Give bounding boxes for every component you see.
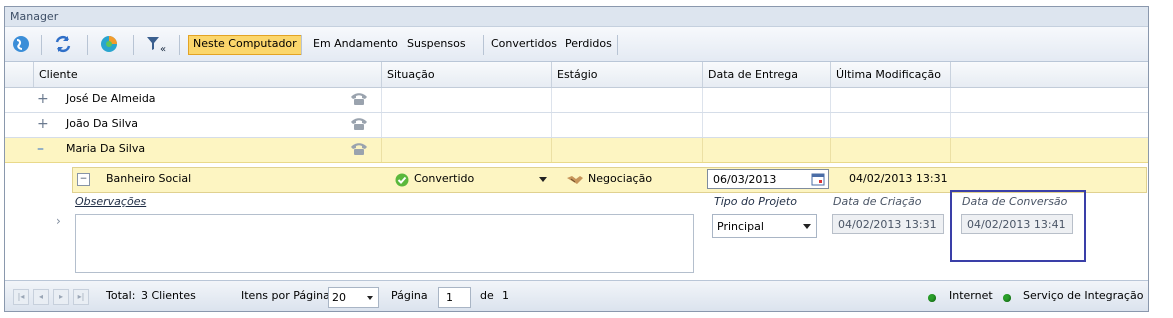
table-row[interactable]: + João Da Silva xyxy=(5,113,1148,138)
sync-globe-icon[interactable] xyxy=(99,34,119,54)
delivery-date-picker[interactable]: 06/03/2013 xyxy=(707,169,829,189)
highlight-box xyxy=(950,190,1086,262)
chevron-down-icon[interactable] xyxy=(539,177,547,182)
phone-icon[interactable] xyxy=(350,117,368,131)
toolbar: « Neste Computador Em Andamento Suspenso… xyxy=(5,27,1148,62)
collapse-icon[interactable]: – xyxy=(37,138,51,162)
client-name: João Da Silva xyxy=(66,117,138,130)
page-label: Página xyxy=(391,289,428,302)
project-type-value: Principal xyxy=(717,220,764,233)
project-modified: 04/02/2013 13:31 xyxy=(849,172,948,185)
created-field: 04/02/2013 13:31 xyxy=(832,214,944,234)
project-collapse-icon[interactable]: − xyxy=(77,173,90,186)
expand-icon[interactable]: + xyxy=(37,113,51,137)
table-row[interactable]: + José De Almeida xyxy=(5,88,1148,113)
internet-label: Internet xyxy=(949,289,993,302)
filter-suspended-button[interactable]: Suspensos xyxy=(403,35,470,53)
check-icon xyxy=(395,173,409,187)
project-stage: Negociação xyxy=(588,172,653,185)
per-page-select[interactable]: 20 xyxy=(328,287,379,308)
page-value: 1 xyxy=(446,291,453,304)
total-value: 3 Clientes xyxy=(141,289,196,302)
project-type-label: Tipo do Projeto xyxy=(714,195,797,208)
chevron-right-icon[interactable]: › xyxy=(56,214,61,228)
of-label: de xyxy=(480,289,494,302)
table-row-selected[interactable]: – Maria Da Silva xyxy=(5,138,1148,163)
delivery-date-value: 06/03/2013 xyxy=(713,173,777,186)
title-bar: Manager xyxy=(5,7,1148,27)
total-label: Total: xyxy=(106,289,136,302)
project-name: Banheiro Social xyxy=(106,172,192,185)
filter-lost-button[interactable]: Perdidos xyxy=(561,35,616,53)
next-page-icon[interactable]: ▸ xyxy=(53,289,69,305)
last-page-icon[interactable]: ▸| xyxy=(73,289,89,305)
grid-header: Cliente Situação Estágio Data de Entrega… xyxy=(5,62,1148,88)
header-status[interactable]: Situação xyxy=(381,62,551,87)
prev-page-icon[interactable]: ◂ xyxy=(33,289,49,305)
window-title: Manager xyxy=(10,10,59,23)
project-status[interactable]: Convertido xyxy=(414,168,474,190)
client-name: José De Almeida xyxy=(66,92,156,105)
integration-label: Serviço de Integração xyxy=(1023,289,1144,302)
status-footer: |◂ ◂ ▸ ▸| Total: 3 Clientes Itens por Pá… xyxy=(5,280,1148,311)
svg-text:«: « xyxy=(160,44,166,54)
header-delivery[interactable]: Data de Entrega xyxy=(702,62,828,87)
header-client[interactable]: Cliente xyxy=(33,62,356,87)
page-input[interactable]: 1 xyxy=(438,287,471,308)
per-page-label: Itens por Página: xyxy=(241,289,334,302)
filter-local-button[interactable]: Neste Computador xyxy=(188,35,302,55)
globe-icon[interactable] xyxy=(11,34,31,54)
filter-in-progress-button[interactable]: Em Andamento xyxy=(309,35,402,53)
project-type-select[interactable]: Principal xyxy=(712,214,817,238)
first-page-icon[interactable]: |◂ xyxy=(13,289,29,305)
manager-window: Manager « Neste Computador Em Andamento … xyxy=(4,6,1149,312)
observations-textarea[interactable] xyxy=(75,214,694,273)
filter-collapse-icon[interactable]: « xyxy=(145,34,169,54)
refresh-icon[interactable] xyxy=(53,34,73,54)
calendar-icon[interactable] xyxy=(811,172,825,186)
expand-icon[interactable]: + xyxy=(37,88,51,112)
per-page-value: 20 xyxy=(332,291,346,304)
handshake-icon xyxy=(567,176,583,184)
observations-label: Observações xyxy=(75,195,147,208)
client-name: Maria Da Silva xyxy=(66,142,146,155)
of-value: 1 xyxy=(502,289,509,302)
filter-converted-button[interactable]: Convertidos xyxy=(487,35,561,53)
header-filler xyxy=(950,62,1146,87)
phone-icon[interactable] xyxy=(350,92,368,106)
chevron-down-icon[interactable] xyxy=(367,296,373,300)
header-stage[interactable]: Estágio xyxy=(551,62,703,87)
integration-status-icon xyxy=(1003,294,1011,302)
internet-status-icon xyxy=(928,294,936,302)
chevron-down-icon[interactable] xyxy=(803,224,811,229)
created-label: Data de Criação xyxy=(833,195,922,208)
phone-icon[interactable] xyxy=(350,142,368,156)
header-modified[interactable]: Última Modificação xyxy=(830,62,951,87)
